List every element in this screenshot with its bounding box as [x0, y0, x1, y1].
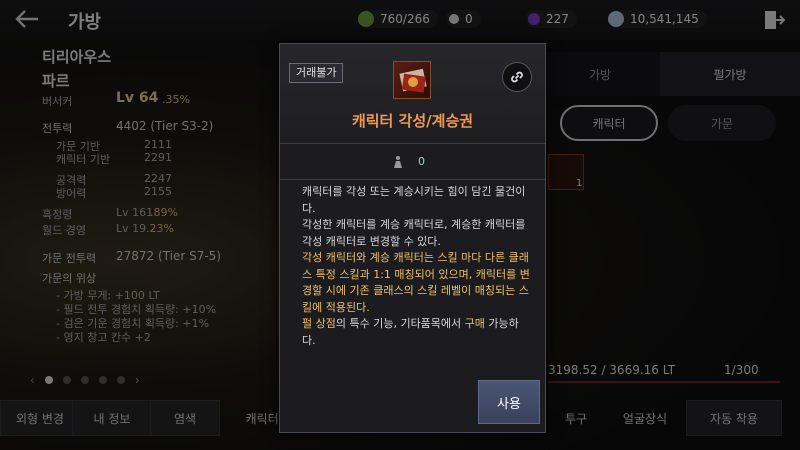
use-button[interactable]: 사용 [478, 380, 540, 424]
item-description: 캐릭터를 각성 또는 계승시키는 힘이 담긴 물건이다. 각성한 캐릭터를 계승… [302, 184, 532, 349]
item-tooltip-modal: 거래불가 캐릭터 각성/계승권 0 캐릭터를 각성 또는 계승시키는 힘이 담긴… [279, 43, 546, 433]
awakening-ticket-icon [393, 61, 431, 99]
description-purchase-line: 펄 상점의 특수 기능, 기타품목에서 구매 가능하다. [302, 316, 532, 349]
item-weight-value: 0 [418, 155, 425, 168]
modal-header: 거래불가 캐릭터 각성/계승권 [280, 44, 545, 144]
link-icon[interactable] [502, 62, 532, 92]
description-text: 의 특수 기능, 기타품목에서 [335, 317, 465, 330]
pearl-shop-text: 펄 상점 [302, 317, 336, 330]
item-title: 캐릭터 각성/계승권 [351, 112, 474, 130]
purchase-text: 구매 [464, 317, 485, 330]
description-line: 캐릭터를 각성 또는 계승시키는 힘이 담긴 물건이다. [302, 185, 526, 215]
item-weight-row: 0 [280, 146, 545, 180]
weight-icon [394, 156, 402, 168]
description-line: 각성한 캐릭터를 계승 캐릭터로, 계승한 캐릭터를 각성 캐릭터로 변경할 수… [302, 218, 526, 248]
untradeable-badge: 거래불가 [289, 63, 344, 83]
description-highlight: 각성 캐릭터와 계승 캐릭터는 스킬 마다 다른 클래스 특정 스킬과 1:1 … [302, 251, 530, 314]
